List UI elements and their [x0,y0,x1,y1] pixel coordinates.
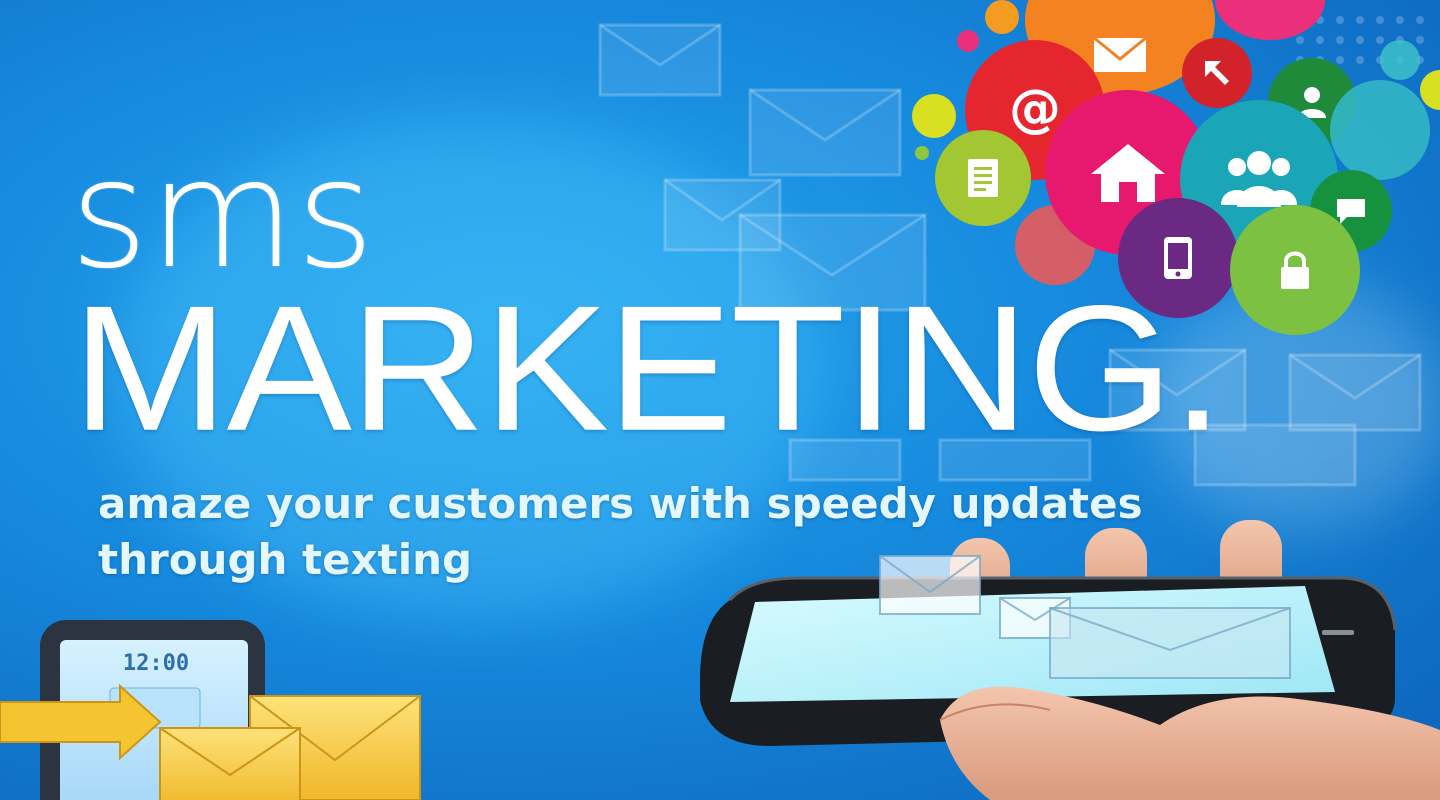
decor-dot [985,0,1019,34]
sms-marketing-banner: sms MARKETING. amaze your customers with… [0,0,1440,800]
decor-dot [915,146,929,160]
decor-bubble [1330,80,1430,180]
arrow-icon [1205,61,1229,85]
document-bubble [935,130,1031,226]
group-icon [1221,151,1297,207]
mail-icon [1092,35,1148,74]
mobile-bubble [1118,198,1238,318]
mobile-phone-icon [1164,237,1192,279]
lock-icon [1281,251,1309,289]
home-icon [1090,143,1165,202]
document-icon [968,159,998,197]
headline-large: MARKETING. [72,268,1224,468]
decor-dot [1380,40,1420,80]
svg-text:@: @ [1009,80,1061,139]
decor-dot [912,94,956,138]
arrow-bubble [1182,38,1252,108]
small-phone-illustration: 12:00 [0,620,421,800]
small-phone-clock: 12:00 [123,651,189,676]
decor-dot [957,30,979,52]
smartphone-illustration [700,520,1440,800]
lock-bubble [1230,205,1360,335]
